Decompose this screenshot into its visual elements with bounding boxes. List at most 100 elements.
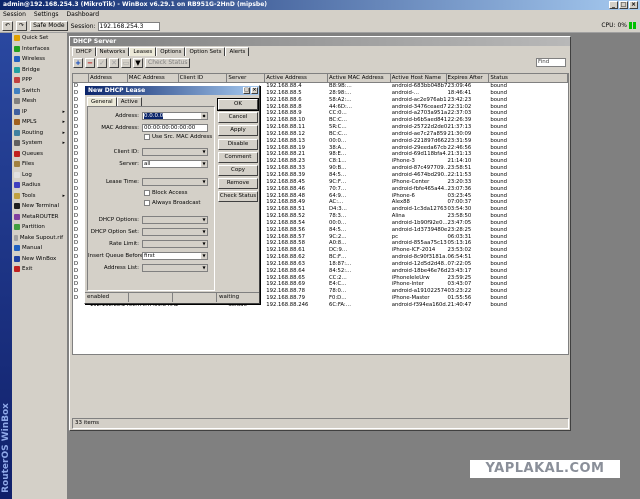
address-list-field[interactable]: ▼ (142, 263, 208, 272)
sidebar-item-system[interactable]: System ▸ (12, 138, 67, 149)
sidebar-item-ppp[interactable]: PPP (12, 75, 67, 86)
client-id-label: Client ID: (113, 148, 139, 155)
sidebar-item-log[interactable]: Log (12, 170, 67, 181)
table-cell: 192.168.88.52 (266, 213, 305, 220)
menu-item-icon (14, 87, 20, 94)
cancel-button[interactable]: Cancel (218, 112, 258, 124)
spin-icon[interactable]: ◆ (201, 112, 207, 119)
mac-field[interactable]: 00:00:00:00:00:00 (142, 123, 208, 132)
column-header[interactable]: Expires After (447, 74, 490, 82)
column-header[interactable]: Server (227, 74, 266, 82)
sidebar-item-mesh[interactable]: Mesh (12, 96, 67, 107)
tab-active[interactable]: Active (116, 97, 142, 106)
menu-settings[interactable]: Settings (34, 10, 59, 20)
table-cell: android-f394ea160d… (391, 302, 447, 308)
chevron-down-icon[interactable]: ▼ (201, 148, 207, 155)
tab-networks[interactable]: Networks (95, 47, 130, 56)
column-header[interactable] (73, 74, 89, 82)
chevron-down-icon[interactable]: ▼ (201, 178, 207, 185)
sidebar-item-files[interactable]: Files (12, 159, 67, 170)
disable-button[interactable]: Disable (218, 138, 258, 150)
sidebar-item-new-winbox[interactable]: New WinBox (12, 254, 67, 265)
dhcp-option-field[interactable]: ▼ (142, 215, 208, 224)
table-cell: 64:9… (328, 192, 347, 199)
sidebar-item-interfaces[interactable]: Interfaces (12, 44, 67, 55)
add-icon[interactable]: + (73, 57, 83, 68)
undo-icon[interactable]: ↶ (2, 21, 14, 31)
close-icon[interactable]: × (629, 1, 638, 9)
tab-leases[interactable]: Leases (129, 47, 157, 56)
safe-mode-button[interactable]: Safe Mode (30, 21, 68, 31)
remove-icon[interactable]: − (85, 57, 95, 68)
sidebar-item-metarouter[interactable]: MetaROUTER (12, 212, 67, 223)
column-header[interactable]: Client ID (179, 74, 228, 82)
use-src-mac-checkbox[interactable]: Use Src. MAC Address (144, 134, 212, 140)
chevron-down-icon[interactable]: ▼ (201, 216, 207, 223)
column-header[interactable]: Active Address (265, 74, 328, 82)
block-access-checkbox[interactable]: Block Access (144, 190, 187, 196)
column-header[interactable]: Active MAC Address (328, 74, 391, 82)
comment-button[interactable]: Comment (218, 151, 258, 163)
tab-options[interactable]: Options (156, 47, 186, 56)
rate-limit-field[interactable]: ▼ (142, 239, 208, 248)
sidebar-item-switch[interactable]: Switch (12, 86, 67, 97)
dialog-close-icon[interactable]: × (251, 87, 258, 94)
table-cell: bound (490, 151, 508, 158)
redo-icon[interactable]: ↷ (16, 21, 28, 31)
sidebar-item-wireless[interactable]: Wireless (12, 54, 67, 65)
minimize-icon[interactable]: _ (609, 1, 618, 9)
enable-icon[interactable]: ✓ (97, 57, 107, 68)
sidebar-item-exit[interactable]: Exit (12, 264, 67, 275)
filter-icon[interactable]: ▼ (133, 57, 143, 68)
chevron-down-icon[interactable]: ▼ (201, 240, 207, 247)
comment-icon[interactable]: ▭ (121, 57, 131, 68)
chevron-down-icon[interactable]: ▼ (201, 252, 207, 259)
find-input[interactable]: Find (536, 58, 566, 67)
lease-time-field[interactable]: ▼ (142, 177, 208, 186)
chevron-down-icon[interactable]: ▼ (201, 264, 207, 271)
menu-session[interactable]: Session (3, 10, 26, 20)
ok-button[interactable]: OK (217, 98, 259, 111)
server-select[interactable]: all ▼ (142, 159, 208, 168)
sidebar-item-mpls[interactable]: MPLS ▸ (12, 117, 67, 128)
sidebar-item-bridge[interactable]: Bridge (12, 65, 67, 76)
sidebar-item-label: Log (22, 171, 32, 178)
sidebar-item-radius[interactable]: Radius (12, 180, 67, 191)
table-cell: 98:E… (328, 151, 347, 158)
check-status-button[interactable]: Check Status (218, 191, 258, 203)
tab-option-sets[interactable]: Option Sets (185, 47, 226, 56)
dhcp-option-set-field[interactable]: ▼ (142, 227, 208, 236)
session-input[interactable]: 192.168.254.3 (97, 21, 160, 31)
client-id-field[interactable]: ▼ (142, 147, 208, 156)
cpu-label: CPU: 0% (601, 22, 627, 29)
always-broadcast-checkbox[interactable]: Always Broadcast (144, 200, 201, 206)
insert-queue-select[interactable]: first ▼ (142, 251, 208, 260)
remove-button[interactable]: Remove (218, 178, 258, 190)
chevron-down-icon[interactable]: ▼ (201, 160, 207, 167)
sidebar-item-make-supout-rif[interactable]: Make Supout.rif (12, 233, 67, 244)
column-header[interactable]: Status (489, 74, 568, 82)
column-header[interactable]: Active Host Name (391, 74, 447, 82)
column-header[interactable]: MAC Address (128, 74, 179, 82)
chevron-down-icon[interactable]: ▼ (201, 228, 207, 235)
sidebar-item-tools[interactable]: Tools ▸ (12, 191, 67, 202)
menu-dashboard[interactable]: Dashboard (67, 10, 100, 20)
apply-button[interactable]: Apply (218, 125, 258, 137)
maximize-icon[interactable]: □ (619, 1, 628, 9)
copy-button[interactable]: Copy (218, 164, 258, 176)
dialog-maximize-icon[interactable]: □ (243, 87, 250, 94)
sidebar-item-new-terminal[interactable]: New Terminal (12, 201, 67, 212)
column-header[interactable]: Address (89, 74, 128, 82)
sidebar-item-queues[interactable]: Queues (12, 149, 67, 160)
disable-icon[interactable]: ✕ (109, 57, 119, 68)
check-status-button[interactable]: Check Status (145, 57, 191, 68)
sidebar-item-manual[interactable]: Manual (12, 243, 67, 254)
sidebar-item-routing[interactable]: Routing ▸ (12, 128, 67, 139)
sidebar-item-ip[interactable]: IP ▸ (12, 107, 67, 118)
sidebar-item-partition[interactable]: Partition (12, 222, 67, 233)
tab-general[interactable]: General (87, 97, 117, 106)
tab-dhcp[interactable]: DHCP (72, 47, 96, 56)
tab-alerts[interactable]: Alerts (225, 47, 250, 56)
sidebar-item-quick-set[interactable]: Quick Set (12, 33, 67, 44)
address-field[interactable]: 0.0.0.0 ◆ (142, 111, 208, 120)
